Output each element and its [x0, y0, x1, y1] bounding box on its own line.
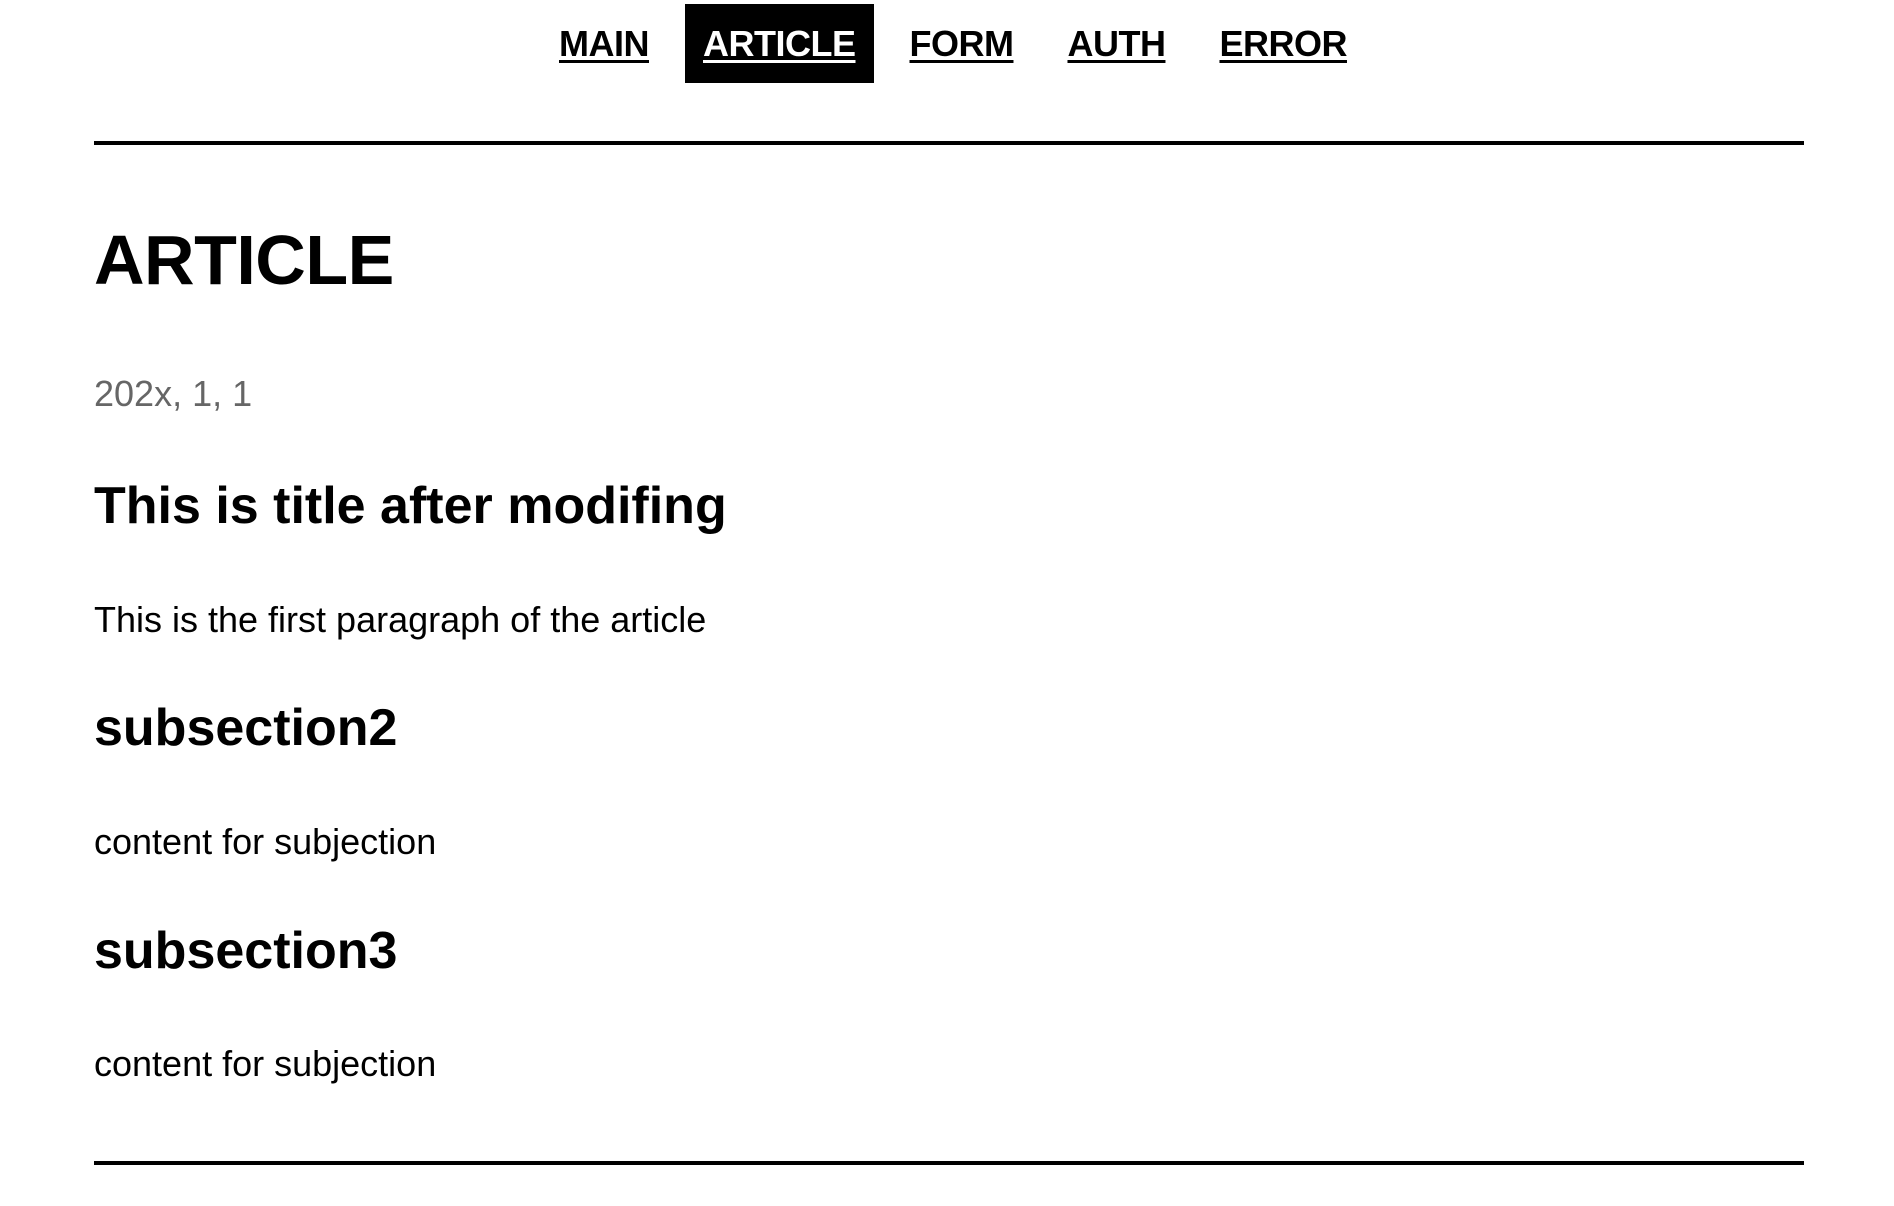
- footer-divider: [94, 1161, 1804, 1165]
- header-divider: [94, 141, 1804, 145]
- article-first-paragraph: This is the first paragraph of the artic…: [94, 599, 707, 640]
- nav-link-auth[interactable]: AUTH: [1049, 4, 1183, 83]
- section-heading-subsection3: subsection3: [94, 922, 398, 980]
- page: MAIN ARTICLE FORM AUTH ERROR ARTICLE 202…: [0, 0, 1894, 1206]
- section-content-subsection2: content for subjection: [94, 821, 437, 862]
- page-title: ARTICLE: [94, 221, 394, 299]
- nav-links: MAIN ARTICLE FORM AUTH ERROR: [532, 4, 1374, 83]
- nav-link-form[interactable]: FORM: [892, 4, 1032, 83]
- article-title: This is title after modifing: [94, 477, 727, 535]
- section-content-subsection3: content for subjection: [94, 1043, 437, 1084]
- nav-link-main[interactable]: MAIN: [541, 4, 667, 83]
- article-date: 202x, 1, 1: [94, 373, 253, 414]
- nav-link-error[interactable]: ERROR: [1201, 4, 1365, 83]
- nav-link-article[interactable]: ARTICLE: [685, 4, 874, 83]
- section-heading-subsection2: subsection2: [94, 699, 398, 757]
- top-navigation: MAIN ARTICLE FORM AUTH ERROR: [0, 4, 1894, 83]
